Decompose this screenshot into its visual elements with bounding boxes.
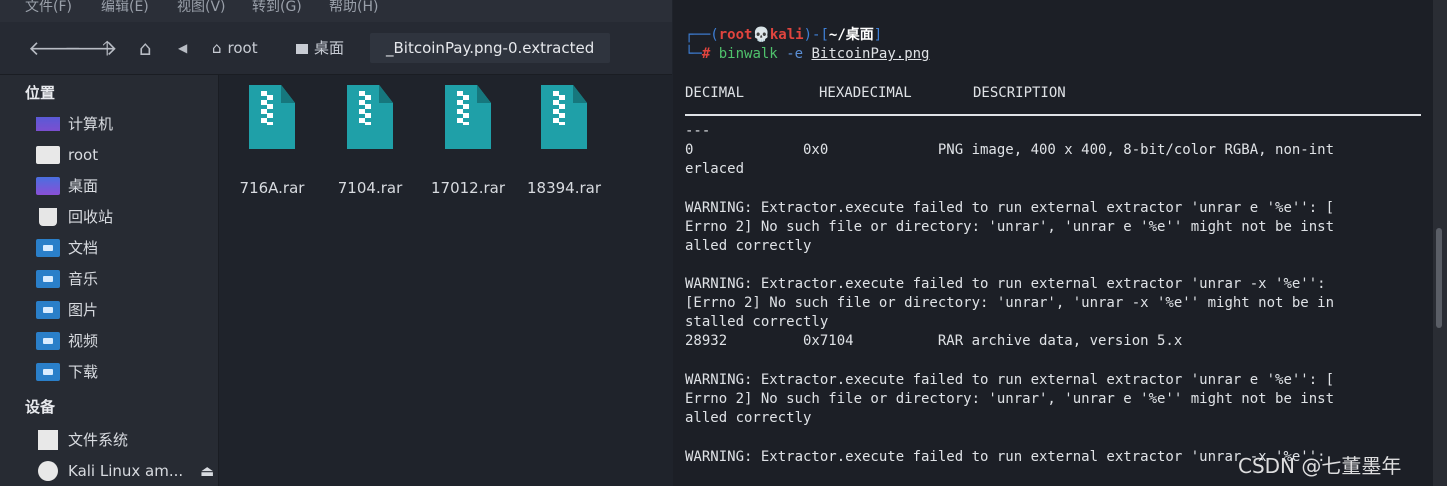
header-description: DESCRIPTION: [973, 85, 1066, 101]
drive-icon: [38, 430, 58, 450]
file-item[interactable]: 18394.rar: [519, 85, 609, 197]
trash-icon: [39, 208, 57, 226]
output-line: WARNING: Extractor.execute failed to run…: [685, 372, 1335, 388]
home-icon[interactable]: ⌂: [139, 36, 152, 60]
menu-edit[interactable]: 编辑(E): [101, 0, 149, 16]
music-folder-icon: [36, 270, 60, 288]
scrollbar-thumb[interactable]: [1436, 228, 1442, 328]
prompt-user: root: [718, 27, 753, 43]
command-argument: BitcoinPay.png: [811, 46, 930, 62]
places-heading: 位置: [25, 84, 56, 102]
command: binwalk: [718, 46, 778, 62]
sidebar: 位置 计算机 root 桌面 回收站 文档 音乐 图片 视频 下载 设备 文件系…: [0, 75, 219, 486]
breadcrumb-root[interactable]: ⌂ root: [212, 33, 258, 63]
downloads-folder-icon: [36, 363, 60, 381]
file-item[interactable]: 716A.rar: [227, 85, 317, 197]
menu-bar: 文件(F) 编辑(E) 视图(V) 转到(G) 帮助(H): [0, 0, 672, 22]
header-decimal: DECIMAL: [685, 85, 745, 101]
file-item[interactable]: 7104.rar: [325, 85, 415, 197]
header-rule: [685, 114, 1421, 116]
terminal-scrollbar[interactable]: [1433, 0, 1447, 486]
file-view: 716A.rar 7104.rar 17012.rar 18394.rar: [219, 75, 672, 486]
archive-icon: [541, 85, 587, 149]
archive-icon: [445, 85, 491, 149]
menu-go[interactable]: 转到(G): [252, 0, 302, 16]
watermark: CSDN @七董墨年: [1238, 454, 1402, 478]
output-line: erlaced: [685, 161, 745, 177]
file-item[interactable]: 17012.rar: [423, 85, 513, 197]
menu-file[interactable]: 文件(F): [25, 0, 72, 16]
home-small-icon: ⌂: [212, 39, 222, 57]
videos-folder-icon: [36, 332, 60, 350]
file-name: 716A.rar: [239, 179, 305, 197]
file-name: 17012.rar: [430, 179, 505, 197]
desktop-folder-icon: [36, 177, 60, 195]
prompt-line-1: ┌──(root💀kali)-[~/桌面]: [685, 27, 883, 43]
output-line: [Errno 2] No such file or directory: 'un…: [685, 295, 1335, 311]
dashes: ---: [685, 123, 711, 139]
output-line: alled correctly: [685, 238, 812, 254]
file-name: 7104.rar: [337, 179, 403, 197]
toolbar: 🡐 🡒 🡑 ⌂ ◀ ⌂ root 桌面 _BitcoinPay.png-0.ext…: [0, 22, 672, 75]
skull-icon: 💀: [752, 27, 770, 43]
output-line: Errno 2] No such file or directory: 'unr…: [685, 219, 1335, 235]
output-line: WARNING: Extractor.execute failed to run…: [685, 449, 1326, 465]
output-line: stalled correctly: [685, 314, 829, 330]
home-folder-icon: [36, 146, 60, 164]
devices-heading: 设备: [25, 398, 56, 416]
pictures-folder-icon: [36, 301, 60, 319]
header-hexadecimal: HEXADECIMAL: [819, 85, 912, 101]
output-line: 0 0x0 PNG image, 400 x 400, 8-bit/color …: [685, 142, 1335, 158]
prompt-line-2: └─# binwalk -e BitcoinPay.png: [685, 46, 930, 62]
eject-icon[interactable]: ⏏: [200, 459, 214, 483]
archive-icon: [347, 85, 393, 149]
prompt-host: kali: [769, 27, 804, 43]
desktop-icon: [296, 43, 308, 54]
output-line: 28932 0x7104 RAR archive data, version 5…: [685, 333, 1183, 349]
file-name: 18394.rar: [526, 179, 601, 197]
prompt-path: ~/桌面: [828, 27, 874, 43]
disc-icon: [38, 461, 58, 481]
output-line: WARNING: Extractor.execute failed to run…: [685, 200, 1335, 216]
menu-help[interactable]: 帮助(H): [329, 0, 378, 16]
output-line: Errno 2] No such file or directory: 'unr…: [685, 391, 1335, 407]
breadcrumb-left-icon[interactable]: ◀: [178, 36, 187, 60]
command-flag: -e: [786, 46, 804, 62]
computer-icon: [36, 117, 60, 131]
archive-icon: [249, 85, 295, 149]
terminal[interactable]: ┌──(root💀kali)-[~/桌面] └─# binwalk -e Bit…: [673, 0, 1433, 486]
up-arrow-icon[interactable]: 🡑: [102, 36, 112, 60]
output-line: alled correctly: [685, 410, 812, 426]
output-line: WARNING: Extractor.execute failed to run…: [685, 276, 1326, 292]
documents-folder-icon: [36, 239, 60, 257]
breadcrumb-current[interactable]: _BitcoinPay.png-0.extracted: [370, 33, 611, 63]
menu-view[interactable]: 视图(V): [177, 0, 226, 16]
breadcrumb-desktop[interactable]: 桌面: [296, 33, 344, 63]
